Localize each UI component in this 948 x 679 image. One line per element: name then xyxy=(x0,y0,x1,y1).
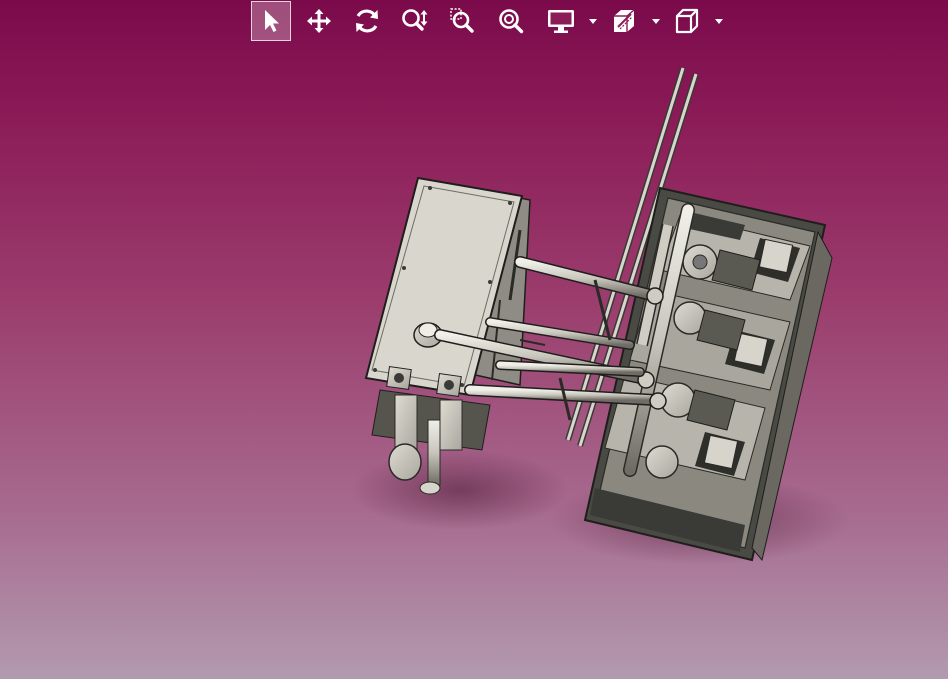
3d-viewport[interactable] xyxy=(0,0,948,679)
model-shadow xyxy=(350,450,570,530)
cad-assembly-model[interactable] xyxy=(0,0,948,679)
